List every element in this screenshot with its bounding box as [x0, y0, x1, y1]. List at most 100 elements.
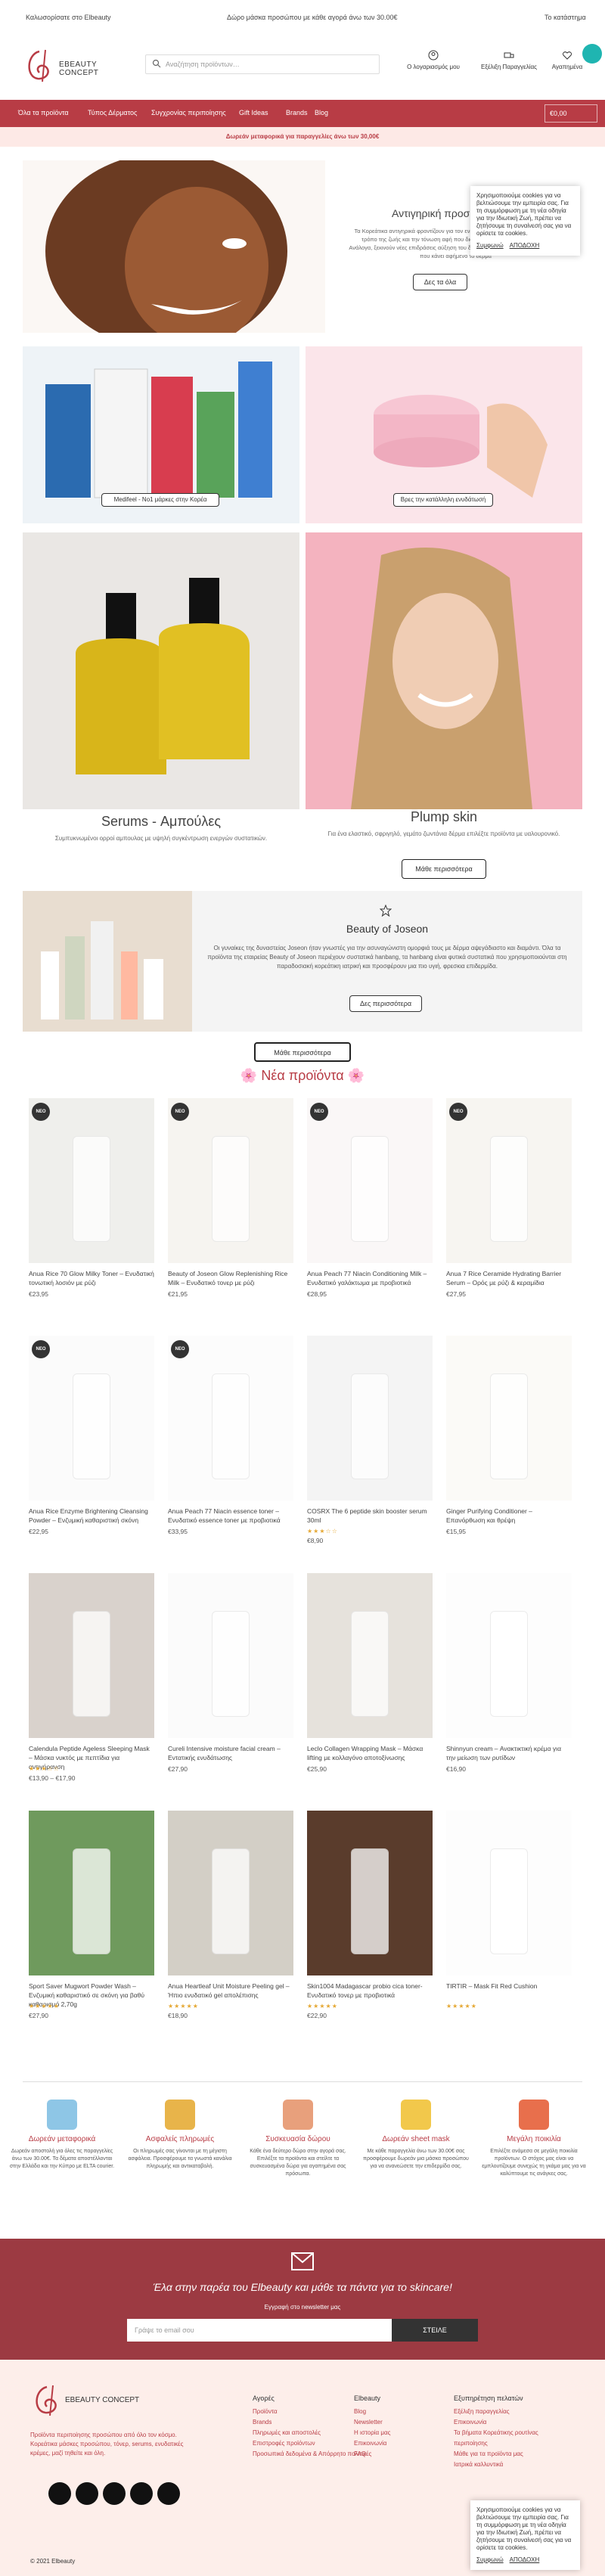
product-name[interactable]: Anua 7 Rice Ceramide Hydrating Barrier S… — [446, 1269, 572, 1287]
youtube-icon[interactable] — [130, 2482, 153, 2505]
product-image[interactable] — [168, 1573, 293, 1738]
product-image[interactable] — [29, 1811, 154, 1975]
product-image[interactable] — [29, 1098, 154, 1263]
product-image[interactable] — [168, 1336, 293, 1501]
promo-bar: Δωρεάν μεταφορικά για παραγγελίες άνω τω… — [0, 127, 605, 147]
new-badge: ΝΕΟ — [449, 1103, 467, 1121]
footer-link[interactable]: Τα βήματα Κορεάτικης ρουτίνας περιποίηση… — [454, 2428, 544, 2449]
footer-link[interactable]: Newsletter — [354, 2417, 390, 2428]
product-name[interactable]: Ginger Purifying Conditioner – Επανόρθωσ… — [446, 1507, 572, 1525]
product-name[interactable]: Anua Heartleaf Unit Moisture Peeling gel… — [168, 1982, 293, 2000]
footer-link[interactable]: Η ιστορία μας — [354, 2428, 390, 2438]
product-name[interactable]: Leclo Collagen Wrapping Mask – Μάσκα lif… — [307, 1744, 433, 1762]
product-name[interactable]: COSRX The 6 peptide skin booster serum 3… — [307, 1507, 433, 1525]
product-bottle — [73, 1848, 110, 1954]
product-image[interactable] — [168, 1811, 293, 1975]
nav-item-gift-ideas[interactable]: Gift Ideas — [239, 109, 268, 116]
footer-link[interactable]: Εξέλιξη παραγγελίας — [454, 2407, 544, 2417]
tile-medicube[interactable]: Medifeel - Νο1 μάρκες στην Κορέα — [23, 346, 299, 523]
product-image[interactable] — [446, 1098, 572, 1263]
copyright: © 2021 Elbeauty — [30, 2558, 76, 2565]
product-image[interactable] — [446, 1811, 572, 1975]
instagram-icon[interactable] — [76, 2482, 98, 2505]
product-image[interactable] — [307, 1573, 433, 1738]
footer-link[interactable]: Ιατρικά καλλυντικά — [454, 2460, 544, 2470]
medicube-button[interactable]: Medifeel - Νο1 μάρκες στην Κορέα — [101, 493, 219, 507]
product-image[interactable] — [29, 1336, 154, 1501]
product-image[interactable] — [29, 1573, 154, 1738]
brand-more-button[interactable]: Μάθε περισσότερα — [254, 1042, 351, 1062]
cookie-decline-link[interactable]: ΑΠΟΔΟΧΗ — [510, 242, 540, 249]
newsletter-submit-button[interactable]: ΣΤΕΙΛΕ — [392, 2319, 478, 2342]
product-name[interactable]: Shinnyun cream – Ανακτικτική κρέμα για τ… — [446, 1744, 572, 1762]
product-image[interactable] — [446, 1573, 572, 1738]
tracking-link[interactable]: Εξέλιξη Παραγγελίας — [475, 50, 543, 70]
topbar-store-link[interactable]: Το κατάστημα — [544, 14, 586, 21]
product-image[interactable] — [307, 1811, 433, 1975]
cookie-decline-link[interactable]: ΑΠΟΔΟΧΗ — [510, 2556, 540, 2563]
search-input[interactable]: Αναζήτηση προϊόντων… — [145, 54, 380, 74]
feature-item: Δωρεάν μεταφορικά Δωρεάν αποστολή για όλε… — [9, 2100, 115, 2171]
footer-link[interactable]: Επικοινωνία — [454, 2417, 544, 2428]
footer-col-title: Elbeauty — [354, 2394, 381, 2402]
product-name[interactable]: Anua Rice Enzyme Brightening Cleansing P… — [29, 1507, 154, 1525]
newsletter-email-input[interactable]: Γράψε το email σου — [127, 2319, 392, 2342]
brand-image — [23, 891, 192, 1032]
feature-title: Δωρεάν μεταφορικά — [28, 2135, 96, 2143]
account-link[interactable]: Ο λογαριασμός μου — [399, 50, 467, 70]
nav-item-skin-type[interactable]: Τύπος Δέρματος — [88, 109, 137, 116]
hero-button[interactable]: Δες τα όλα — [413, 274, 467, 290]
product-image[interactable] — [307, 1336, 433, 1501]
hydration-button[interactable]: Βρες την κατάλληλη ενυδάτωσή — [393, 493, 493, 507]
product-bottle — [351, 1611, 389, 1717]
facebook-icon[interactable] — [48, 2482, 71, 2505]
tiktok-icon[interactable] — [157, 2482, 180, 2505]
pinterest-icon[interactable] — [103, 2482, 126, 2505]
product-bottle — [212, 1373, 250, 1479]
rating-stars: ★★★★★ — [446, 2003, 477, 2010]
product-image[interactable] — [168, 1098, 293, 1263]
product-name[interactable]: Anua Peach 77 Niacin essence toner – Ενυ… — [168, 1507, 293, 1525]
newsletter-section: Έλα στην παρέα του Elbeauty και μάθε τα … — [0, 2239, 605, 2360]
footer-link[interactable]: FAQ — [354, 2449, 390, 2460]
footer-link[interactable]: Blog — [354, 2407, 390, 2417]
footer-link[interactable]: Μάθε για τα προϊόντα μας — [454, 2449, 544, 2460]
product-name[interactable]: Skin1004 Madagascar probio cica toner- Ε… — [307, 1982, 433, 2000]
nav-item-all-products[interactable]: Όλα τα προϊόντα — [18, 109, 69, 116]
feature-item: Δωρεάν sheet mask Με κάθε παραγγελία άνω … — [363, 2100, 469, 2171]
new-badge: ΝΕΟ — [171, 1340, 189, 1358]
feature-text: Με κάθε παραγγελία άνω των 30.00€ σας πρ… — [363, 2149, 469, 2169]
plump-more-button[interactable]: Μάθε περισσότερα — [402, 859, 486, 879]
feature-title: Ασφαλείς πληρωμές — [145, 2135, 215, 2143]
account-label: Ο λογαριασμός μου — [407, 64, 460, 70]
wishlist-link[interactable]: Αγαπημένα — [537, 50, 597, 70]
footer-col-elbeauty: Elbeauty Blog Newsletter Η ιστορία μας Επικο… — [354, 2393, 390, 2460]
tile-serums-image[interactable] — [23, 532, 299, 809]
product-name[interactable]: Cureli Intensive moisture facial cream –… — [168, 1744, 293, 1762]
cart-button[interactable]: €0,00 — [544, 104, 597, 123]
plump-text: Για ένα ελαστικό, σφριγηλό, γεμάτο ζωντά… — [327, 830, 560, 837]
nav-item-blog[interactable]: Blog — [315, 109, 328, 116]
site-logo[interactable]: EBEAUTY CONCEPT — [23, 44, 136, 89]
cookie-accept-link[interactable]: Συμφωνώ — [476, 2556, 504, 2563]
flower-icon: 🌸 — [347, 1068, 365, 1083]
feature-title: Μεγάλη ποικιλία — [507, 2135, 561, 2143]
product-name[interactable]: Anua Peach 77 Niacin Conditioning Milk –… — [307, 1269, 433, 1287]
product-image[interactable] — [307, 1098, 433, 1263]
product-name[interactable]: TIRTIR – Mask Fit Red Cushion — [446, 1982, 572, 1991]
product-bottle — [212, 1848, 250, 1954]
brand-see-more-button[interactable]: Δες περισσότερα — [349, 995, 422, 1012]
tile-hydration[interactable]: Βρες την κατάλληλη ενυδάτωσή — [306, 346, 582, 523]
product-name[interactable]: Beauty of Joseon Glow Replenishing Rice … — [168, 1269, 293, 1287]
brand-title: Beauty of Joseon — [346, 923, 429, 935]
footer-link[interactable]: Επικοινωνία — [354, 2438, 390, 2449]
product-image[interactable] — [446, 1336, 572, 1501]
nav-item-routine[interactable]: Συγχρονίας περιποίησης — [151, 109, 226, 116]
nav-item-brands[interactable]: Brands — [286, 109, 308, 116]
cookie-accept-link[interactable]: Συμφωνώ — [476, 242, 504, 249]
footer-logo[interactable]: EBEAUTY CONCEPT — [30, 2381, 144, 2423]
feature-title: Δωρεάν sheet mask — [382, 2135, 450, 2143]
rating-stars: ★★★☆☆ — [307, 1528, 338, 1535]
tile-plump-image[interactable] — [306, 532, 582, 809]
product-name[interactable]: Anua Rice 70 Glow Milky Toner – Ενυδατικ… — [29, 1269, 154, 1287]
